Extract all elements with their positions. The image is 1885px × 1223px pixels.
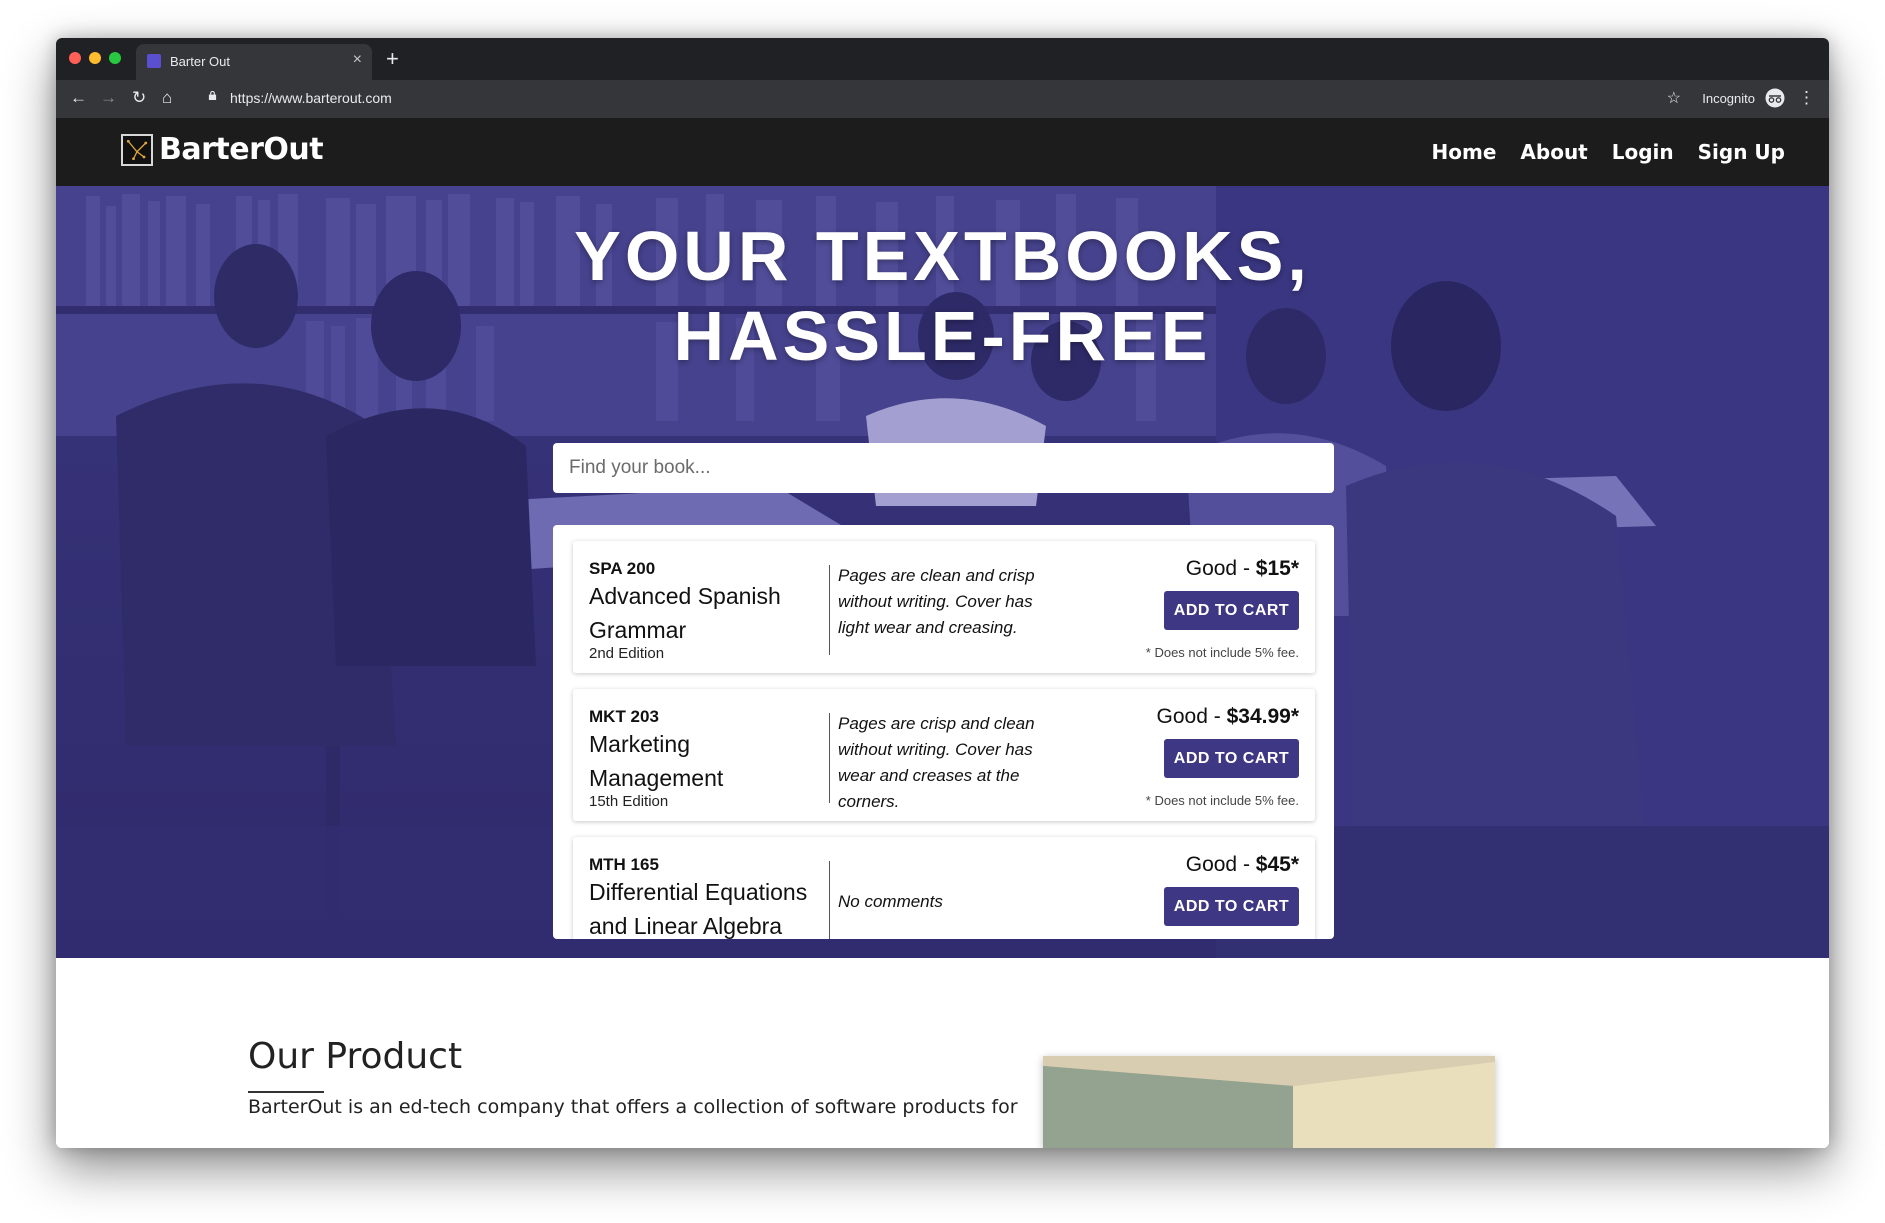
fee-note: * Does not include 5% fee.: [1145, 645, 1299, 660]
close-tab-icon[interactable]: ×: [353, 51, 362, 69]
course-code: MKT 203: [589, 707, 659, 726]
browser-toolbar: ← → ↻ ⌂ https://www.barterout.com ☆ Inco…: [56, 80, 1829, 118]
book-title: Advanced Spanish Grammar: [589, 583, 781, 643]
hero-headline-line1: YOUR TEXTBOOKS,: [574, 217, 1311, 295]
lock-icon: [208, 91, 217, 100]
nav-sign-up[interactable]: Sign Up: [1698, 140, 1785, 164]
card-divider: [829, 713, 830, 803]
nav-login[interactable]: Login: [1612, 140, 1674, 164]
condition-comment: Pages are crisp and clean without writin…: [838, 714, 1035, 811]
result-card[interactable]: MTH 165 Differential Equations and Linea…: [573, 837, 1315, 939]
price-value: $34.99*: [1226, 705, 1299, 728]
price-line: Good - $34.99*: [1157, 705, 1299, 729]
course-code: SPA 200: [589, 559, 656, 578]
add-to-cart-button[interactable]: ADD TO CART: [1164, 887, 1299, 926]
star-icon[interactable]: ☆: [1667, 88, 1681, 108]
course-code: MTH 165: [589, 855, 659, 874]
section-body: BarterOut is an ed-tech company that off…: [248, 1096, 1018, 1118]
result-card[interactable]: MKT 203 Marketing Management 15th Editio…: [573, 689, 1315, 821]
card-divider: [829, 565, 830, 655]
forward-icon[interactable]: →: [100, 88, 117, 108]
add-to-cart-button[interactable]: ADD TO CART: [1164, 739, 1299, 778]
add-to-cart-button[interactable]: ADD TO CART: [1164, 591, 1299, 630]
hero-headline: YOUR TEXTBOOKS, HASSLE-FREE: [56, 216, 1829, 376]
maximize-window-button[interactable]: [109, 52, 121, 64]
condition-label: Good -: [1185, 853, 1256, 876]
heading-underline: [248, 1091, 324, 1093]
menu-dots-icon[interactable]: ⋮: [1798, 88, 1815, 108]
incognito-label: Incognito: [1702, 91, 1755, 106]
book-title: Differential Equations and Linear Algebr…: [589, 879, 808, 939]
price-line: Good - $45*: [1186, 853, 1299, 877]
book-title: Marketing Management: [589, 731, 724, 791]
main-nav: Home About Login Sign Up: [1432, 140, 1785, 164]
book-edition: 2nd Edition: [589, 645, 665, 662]
section-heading: Our Product: [248, 1036, 463, 1077]
tab-bar: Barter Out × +: [56, 38, 1829, 80]
book-search-input[interactable]: [553, 443, 1334, 493]
browser-window: Barter Out × + ← → ↻ ⌂ https://www.barte…: [56, 38, 1829, 1148]
condition-label: Good -: [1185, 557, 1256, 580]
browser-tab[interactable]: Barter Out ×: [136, 44, 372, 80]
address-bar[interactable]: https://www.barterout.com: [230, 90, 392, 106]
incognito-icon[interactable]: [1765, 88, 1785, 108]
brand-name[interactable]: BarterOut: [159, 132, 324, 167]
price-line: Good - $15*: [1186, 557, 1299, 581]
price-value: $45*: [1255, 853, 1299, 876]
card-divider: [829, 861, 830, 939]
hero-headline-line2: HASSLE-FREE: [673, 297, 1212, 375]
back-icon[interactable]: ←: [70, 88, 87, 108]
home-icon[interactable]: ⌂: [162, 88, 172, 108]
search-results-panel[interactable]: SPA 200 Advanced Spanish Grammar 2nd Edi…: [553, 525, 1334, 939]
condition-comment: Pages are clean and crisp without writin…: [838, 566, 1035, 637]
favicon-icon: [147, 54, 161, 68]
tab-title: Barter Out: [170, 54, 230, 69]
logo-icon[interactable]: [121, 134, 153, 166]
result-card[interactable]: SPA 200 Advanced Spanish Grammar 2nd Edi…: [573, 541, 1315, 673]
nav-home[interactable]: Home: [1432, 140, 1497, 164]
new-tab-button[interactable]: +: [386, 46, 399, 72]
minimize-window-button[interactable]: [89, 52, 101, 64]
site-navbar: BarterOut Home About Login Sign Up: [56, 118, 1829, 186]
close-window-button[interactable]: [69, 52, 81, 64]
nav-about[interactable]: About: [1520, 140, 1587, 164]
reload-icon[interactable]: ↻: [132, 88, 146, 108]
fee-note: * Does not include 5% fee.: [1145, 793, 1299, 808]
hero-section: YOUR TEXTBOOKS, HASSLE-FREE SPA 200 Adva…: [56, 186, 1829, 958]
product-image: [1043, 1056, 1495, 1148]
condition-label: Good -: [1156, 705, 1227, 728]
price-value: $15*: [1255, 557, 1299, 580]
our-product-section: Our Product BarterOut is an ed-tech comp…: [56, 958, 1829, 1148]
book-edition: 15th Edition: [589, 793, 669, 810]
condition-comment: No comments: [838, 892, 943, 911]
